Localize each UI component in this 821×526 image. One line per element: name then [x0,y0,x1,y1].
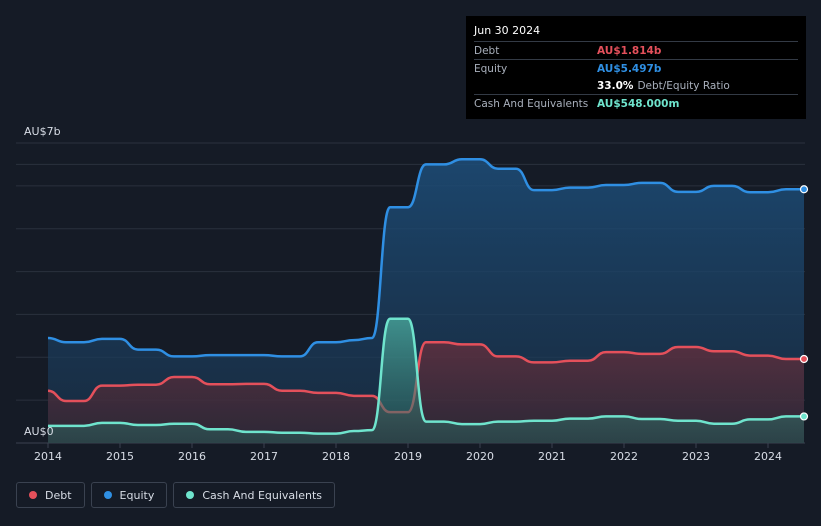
tooltip-cash-value: AU$548.000m [597,97,680,110]
legend-debt-label: Debt [45,488,72,502]
y-axis-bottom-label: AU$0 [24,425,54,438]
x-tick-label: 2018 [322,450,350,463]
x-axis-ticks: 2014 2015 2016 2017 2018 2019 2020 2021 2022 2023… [34,443,782,463]
tooltip-ratio-value: 33.0% [597,79,634,92]
legend-equity-label: Equity [119,488,155,502]
x-tick-label: 2016 [178,450,206,463]
tooltip-equity-label: Equity [474,62,508,75]
tooltip-cash-row: Cash And Equivalents AU$548.000m [474,94,798,112]
cash-end-marker [799,412,809,421]
x-tick-label: 2024 [754,450,782,463]
x-tick-label: 2019 [394,450,422,463]
debt-end-marker [799,354,809,364]
x-tick-label: 2023 [682,450,710,463]
equity-dot-icon [103,491,112,499]
tooltip-cash-label: Cash And Equivalents [474,97,589,110]
debt-dot-icon [29,491,37,499]
cash-dot-icon [186,491,195,499]
tooltip-equity-value: AU$5.497b [597,62,662,75]
tooltip-date: Jun 30 2024 [474,24,541,37]
chart-legend: Debt Equity Cash And Equivalents [16,482,335,508]
x-tick-label: 2021 [538,450,566,463]
equity-end-marker [799,185,809,194]
x-tick-label: 2017 [250,450,278,463]
tooltip-equity-row: Equity AU$5.497b [474,59,798,77]
tooltip-debt-value: AU$1.814b [597,44,662,57]
series-layer [47,158,804,444]
tooltip-panel: Jun 30 2024 Debt AU$1.814b Equity AU$5.4… [466,16,806,119]
legend-item-debt[interactable]: Debt [16,482,85,508]
legend-item-cash[interactable]: Cash And Equivalents [173,482,335,508]
tooltip-debt-row: Debt AU$1.814b [474,41,798,59]
y-axis-top-label: AU$7b [24,125,61,138]
x-tick-label: 2020 [466,450,494,463]
legend-item-equity[interactable]: Equity [90,482,168,508]
x-tick-label: 2015 [106,450,134,463]
x-tick-label: 2022 [610,450,638,463]
tooltip-ratio-row: 33.0% Debt/Equity Ratio [474,77,798,94]
tooltip-debt-label: Debt [474,44,500,57]
legend-cash-label: Cash And Equivalents [202,488,322,502]
x-tick-label: 2014 [34,450,62,463]
tooltip-ratio-label: Debt/Equity Ratio [637,79,730,92]
